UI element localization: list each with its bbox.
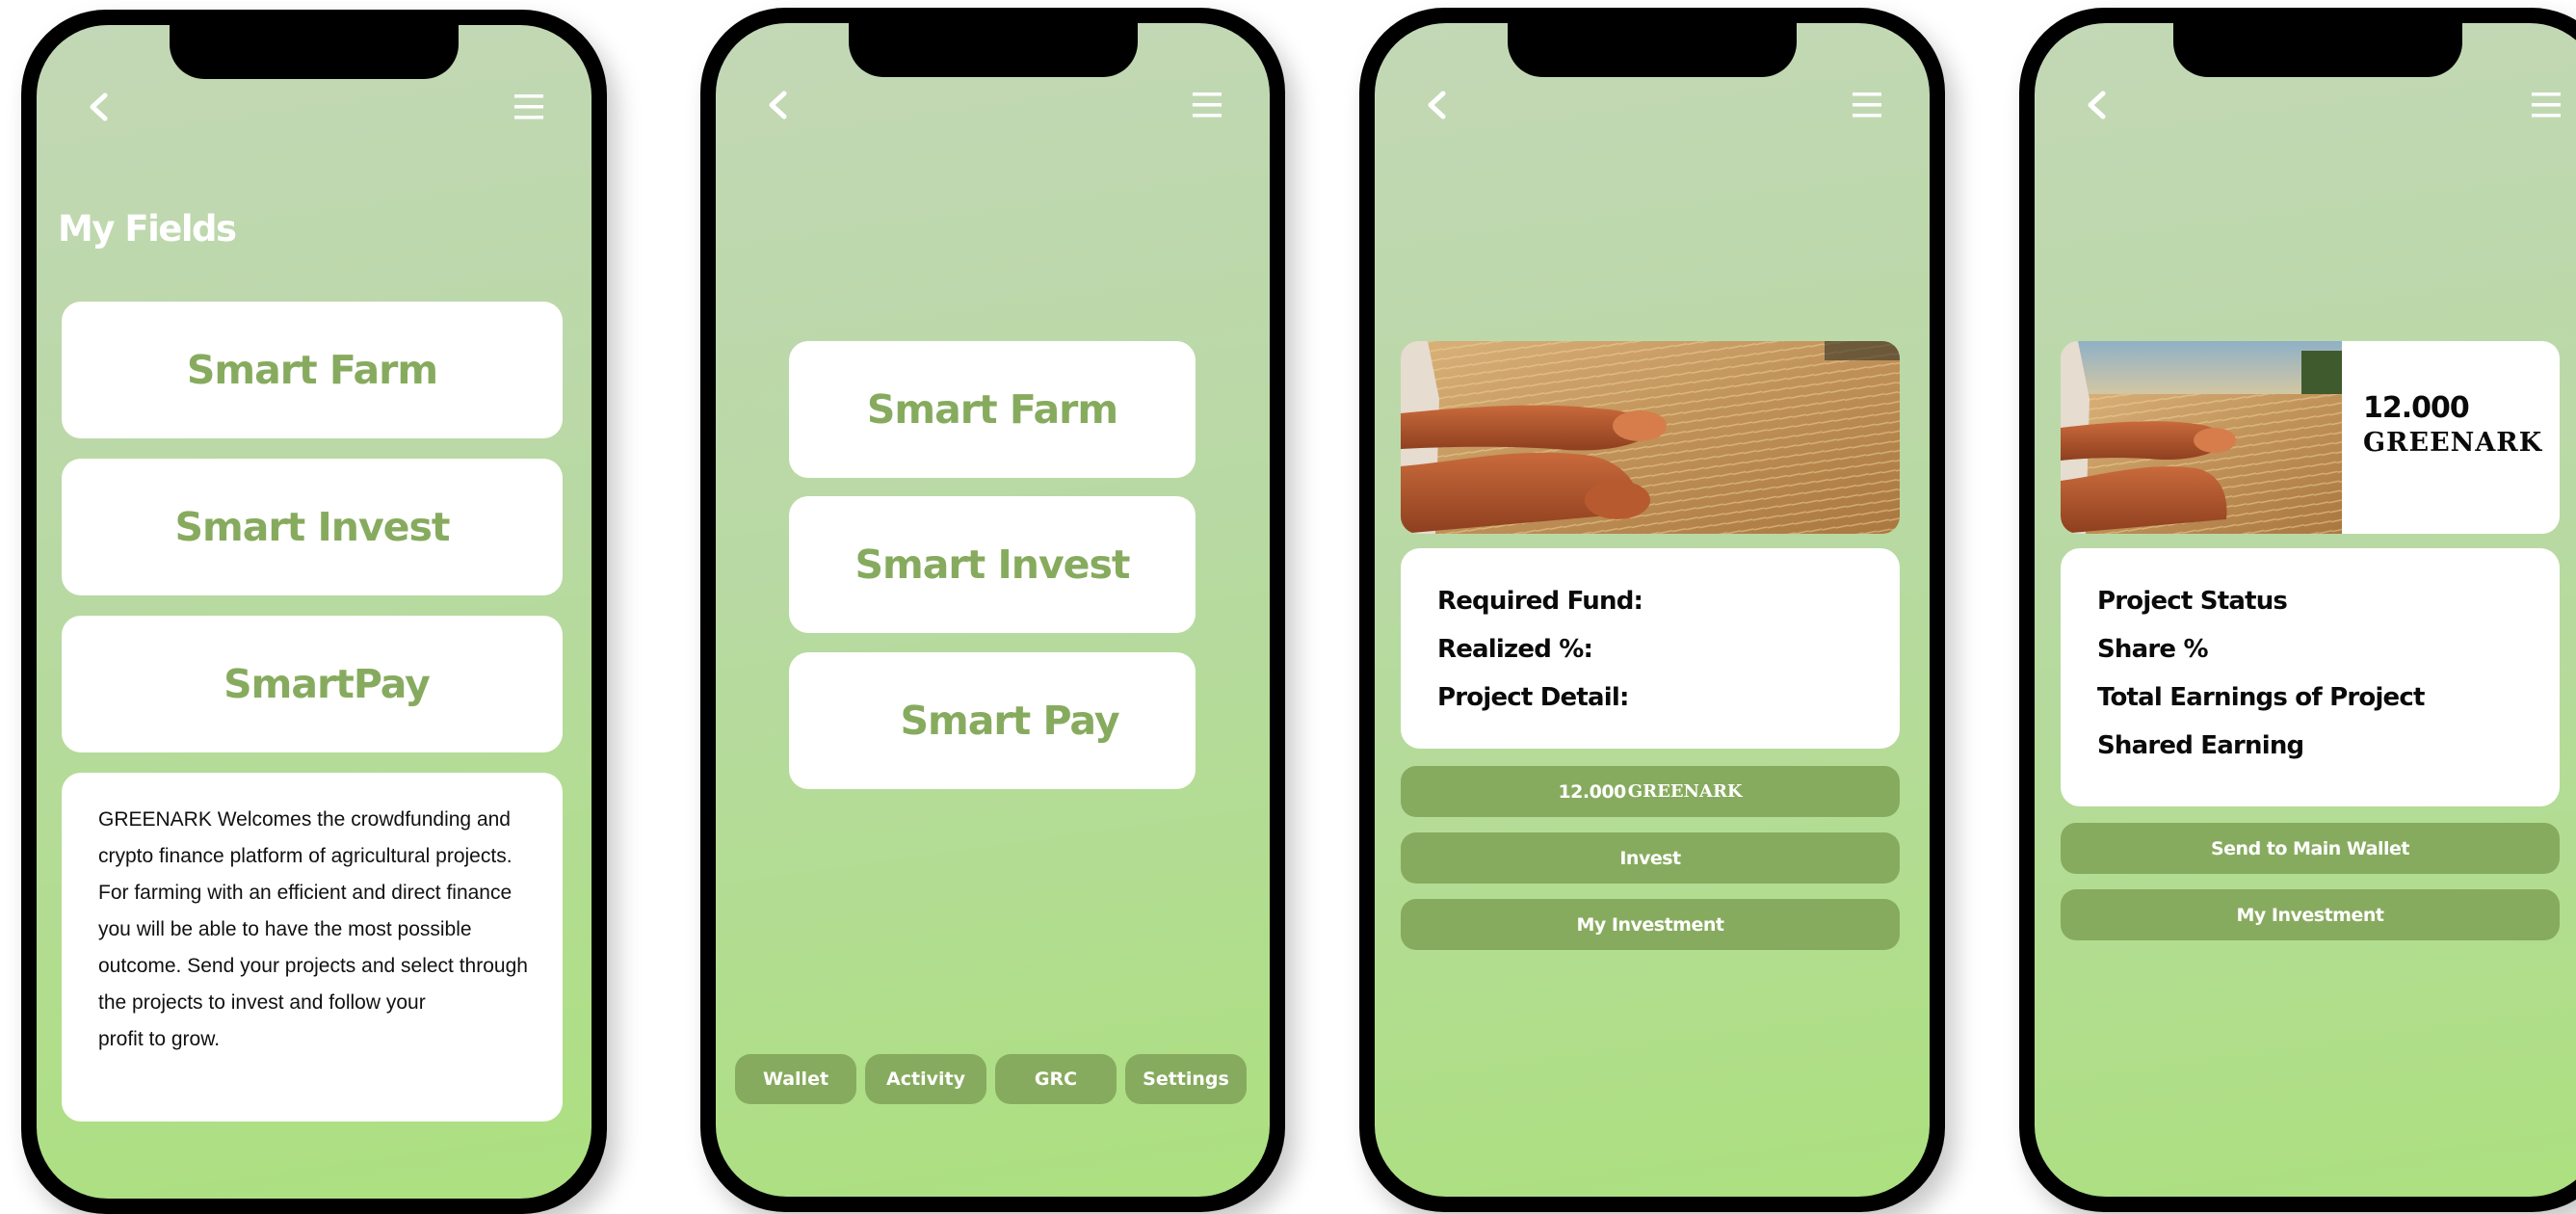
tab-grc[interactable]: GRC xyxy=(995,1054,1117,1104)
smart-farm-label: Smart Farm xyxy=(866,386,1118,433)
amount-unit: GREENARK xyxy=(1627,781,1743,802)
project-detail-label: Project Detail: xyxy=(1437,683,1629,712)
my-investment-button[interactable]: My Investment xyxy=(2061,889,2560,940)
notch xyxy=(848,23,1138,77)
welcome-card: GREENARK Welcomes the crowdfunding and c… xyxy=(62,773,563,1122)
smart-invest-label: Smart Invest xyxy=(854,541,1131,588)
phone-my-fields: My Fields Smart Farm Smart Invest SmartP… xyxy=(21,10,607,1214)
back-icon[interactable] xyxy=(2083,91,2112,119)
menu-icon[interactable] xyxy=(1193,92,1222,119)
back-icon[interactable] xyxy=(764,91,793,119)
project-info-card: Required Fund: Realized %: Project Detai… xyxy=(1401,548,1900,749)
amount-number: 12.000 xyxy=(1558,780,1626,803)
my-investment-label: My Investment xyxy=(1576,913,1724,936)
welcome-text: GREENARK Welcomes the crowdfunding and c… xyxy=(98,808,528,1050)
phone-investment-status: 12.000 GREENARK Project Status Share % T… xyxy=(2019,8,2576,1212)
tab-settings-label: Settings xyxy=(1143,1069,1229,1090)
phone-project-detail: Required Fund: Realized %: Project Detai… xyxy=(1359,8,1945,1212)
tab-wallet-label: Wallet xyxy=(762,1069,829,1090)
notch xyxy=(1508,23,1797,77)
invest-label: Invest xyxy=(1619,847,1681,869)
notch xyxy=(170,25,459,79)
field-photo xyxy=(1401,341,1900,534)
balance-text: 12.000 GREENARK xyxy=(2363,391,2542,461)
screen: Smart Farm Smart Invest Smart Pay Wallet… xyxy=(716,23,1270,1197)
project-status-label: Project Status xyxy=(2097,587,2288,616)
earnings-info-card: Project Status Share % Total Earnings of… xyxy=(2061,548,2560,806)
menu-icon[interactable] xyxy=(1853,92,1881,119)
total-earnings-label: Total Earnings of Project xyxy=(2097,683,2425,712)
smart-invest-label: Smart Invest xyxy=(174,504,451,550)
tab-wallet[interactable]: Wallet xyxy=(735,1054,856,1104)
tab-settings[interactable]: Settings xyxy=(1125,1054,1247,1104)
balance-number: 12.000 xyxy=(2363,391,2470,425)
smart-pay-button[interactable]: Smart Pay xyxy=(789,652,1196,789)
back-icon[interactable] xyxy=(1423,91,1452,119)
field-photo xyxy=(2061,341,2342,534)
notch xyxy=(2173,23,2462,77)
menu-icon[interactable] xyxy=(514,93,543,120)
page-title: My Fields xyxy=(58,208,237,250)
smart-farm-button[interactable]: Smart Farm xyxy=(789,341,1196,478)
shared-earning-label: Shared Earning xyxy=(2097,731,2304,760)
smartpay-button[interactable]: SmartPay xyxy=(62,616,563,752)
realized-percent-label: Realized %: xyxy=(1437,635,1593,664)
smart-pay-label: Smart Pay xyxy=(900,698,1119,744)
balance-card: 12.000 GREENARK xyxy=(2061,341,2560,534)
smart-invest-button[interactable]: Smart Invest xyxy=(789,496,1196,633)
share-percent-label: Share % xyxy=(2097,635,2209,664)
balance-unit: GREENARK xyxy=(2363,428,2543,458)
phone-menu: Smart Farm Smart Invest Smart Pay Wallet… xyxy=(700,8,1285,1212)
send-to-main-wallet-button[interactable]: Send to Main Wallet xyxy=(2061,823,2560,874)
smart-farm-button[interactable]: Smart Farm xyxy=(62,302,563,438)
required-fund-label: Required Fund: xyxy=(1437,587,1643,616)
my-investment-label: My Investment xyxy=(2236,904,2384,926)
tab-grc-label: GRC xyxy=(1034,1069,1078,1090)
screen: Required Fund: Realized %: Project Detai… xyxy=(1375,23,1930,1197)
tab-activity-label: Activity xyxy=(886,1069,965,1090)
back-icon[interactable] xyxy=(85,92,114,121)
screen: 12.000 GREENARK Project Status Share % T… xyxy=(2035,23,2576,1197)
smart-farm-label: Smart Farm xyxy=(186,347,438,393)
my-investment-button[interactable]: My Investment xyxy=(1401,899,1900,950)
invest-button[interactable]: Invest xyxy=(1401,832,1900,884)
smartpay-label: SmartPay xyxy=(223,661,431,707)
send-label: Send to Main Wallet xyxy=(2210,837,2410,859)
smart-invest-button[interactable]: Smart Invest xyxy=(62,459,563,595)
greenark-amount-button[interactable]: 12.000 GREENARK xyxy=(1401,766,1900,817)
menu-icon[interactable] xyxy=(2532,92,2561,119)
tab-activity[interactable]: Activity xyxy=(865,1054,986,1104)
screen: My Fields Smart Farm Smart Invest SmartP… xyxy=(37,25,591,1199)
